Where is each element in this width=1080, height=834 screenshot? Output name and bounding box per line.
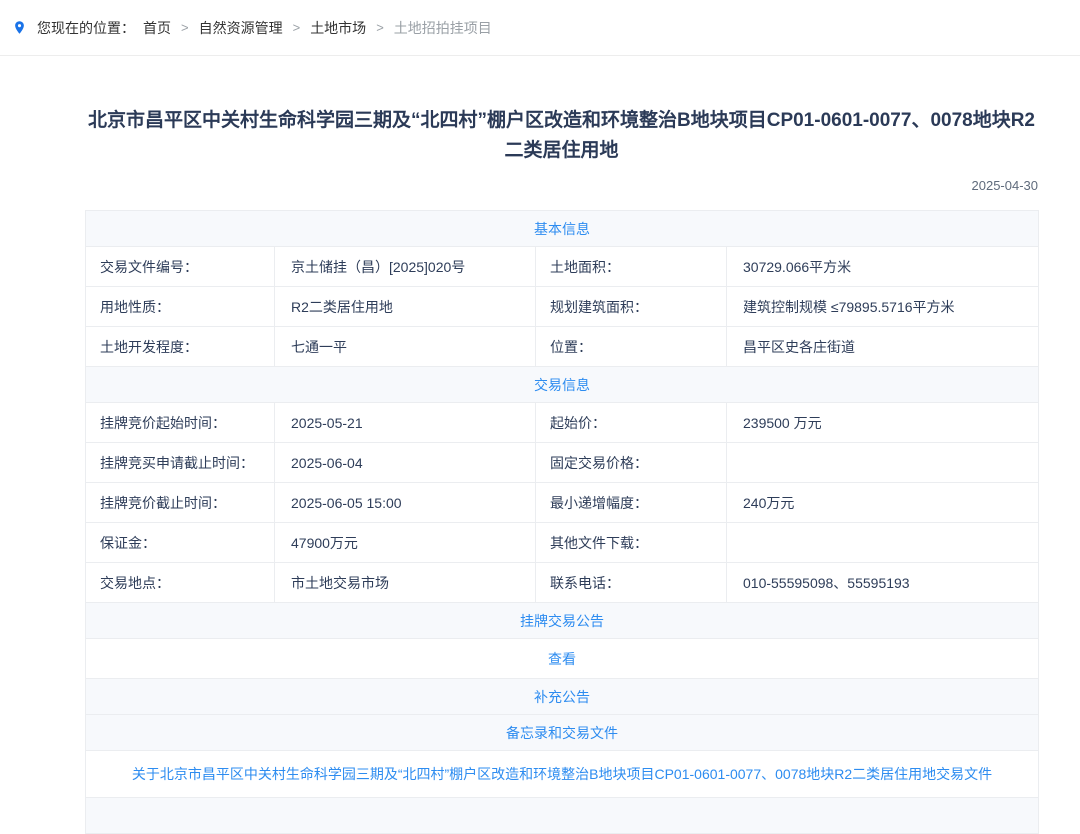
publish-date: 2025-04-30 [85, 178, 1038, 193]
breadcrumb-item[interactable]: 自然资源管理 [199, 18, 283, 38]
breadcrumb-separator: > [293, 20, 301, 35]
field-label: 其他文件下载： [536, 523, 727, 563]
section-header: 基本信息 [86, 211, 1039, 247]
field-value: 建筑控制规模 ≤79895.5716平方米 [727, 287, 1039, 327]
field-label: 土地面积： [536, 247, 727, 287]
field-label: 土地开发程度： [86, 327, 275, 367]
section-header: 补充公告 [86, 679, 1039, 715]
breadcrumb-prefix: 您现在的位置： [37, 18, 135, 38]
field-label: 挂牌竞价起始时间： [86, 403, 275, 443]
field-value: 市土地交易市场 [275, 563, 536, 603]
field-value: 京土储挂（昌）[2025]020号 [275, 247, 536, 287]
breadcrumb-item: 土地招拍挂项目 [394, 18, 492, 38]
field-value: 240万元 [727, 483, 1039, 523]
breadcrumb-item[interactable]: 土地市场 [310, 18, 366, 38]
main-content: 北京市昌平区中关村生命科学园三期及“北四村”棚户区改造和环境整治B地块项目CP0… [85, 106, 1038, 834]
field-label: 挂牌竞买申请截止时间： [86, 443, 275, 483]
section-header [86, 798, 1039, 834]
field-value: 2025-06-05 15:00 [275, 483, 536, 523]
field-label: 交易文件编号： [86, 247, 275, 287]
field-label: 保证金： [86, 523, 275, 563]
field-value: 2025-05-21 [275, 403, 536, 443]
field-label: 联系电话： [536, 563, 727, 603]
field-label: 位置： [536, 327, 727, 367]
field-value: R2二类居住用地 [275, 287, 536, 327]
breadcrumb: 您现在的位置： 首页 > 自然资源管理 > 土地市场 > 土地招拍挂项目 [37, 18, 496, 38]
field-value: 239500 万元 [727, 403, 1039, 443]
field-value: 30729.066平方米 [727, 247, 1039, 287]
page-title: 北京市昌平区中关村生命科学园三期及“北四村”棚户区改造和环境整治B地块项目CP0… [85, 106, 1038, 166]
breadcrumb-item[interactable]: 首页 [143, 18, 171, 38]
field-label: 交易地点： [86, 563, 275, 603]
view-link[interactable]: 查看 [548, 651, 576, 667]
field-label: 挂牌竞价截止时间： [86, 483, 275, 523]
field-value [727, 523, 1039, 563]
field-value: 2025-06-04 [275, 443, 536, 483]
field-label: 最小递增幅度： [536, 483, 727, 523]
breadcrumb-separator: > [376, 20, 384, 35]
field-value: 47900万元 [275, 523, 536, 563]
field-label: 固定交易价格： [536, 443, 727, 483]
breadcrumb-separator: > [181, 20, 189, 35]
transaction-document-link[interactable]: 关于北京市昌平区中关村生命科学园三期及“北四村”棚户区改造和环境整治B地块项目C… [132, 766, 992, 782]
field-value: 七通一平 [275, 327, 536, 367]
field-value: 昌平区史各庄街道 [727, 327, 1039, 367]
field-label: 用地性质： [86, 287, 275, 327]
field-label: 规划建筑面积： [536, 287, 727, 327]
section-header: 挂牌交易公告 [86, 603, 1039, 639]
section-header: 交易信息 [86, 367, 1039, 403]
field-value: 010-55595098、55595193 [727, 563, 1039, 603]
document-link-row: 查看 [86, 639, 1039, 679]
field-value [727, 443, 1039, 483]
field-label: 起始价： [536, 403, 727, 443]
breadcrumb-bar: 您现在的位置： 首页 > 自然资源管理 > 土地市场 > 土地招拍挂项目 [0, 0, 1080, 56]
info-table: 基本信息交易文件编号：京土储挂（昌）[2025]020号土地面积：30729.0… [85, 210, 1039, 834]
section-header: 备忘录和交易文件 [86, 715, 1039, 751]
location-pin-icon [12, 18, 27, 37]
document-link-row: 关于北京市昌平区中关村生命科学园三期及“北四村”棚户区改造和环境整治B地块项目C… [86, 751, 1039, 798]
